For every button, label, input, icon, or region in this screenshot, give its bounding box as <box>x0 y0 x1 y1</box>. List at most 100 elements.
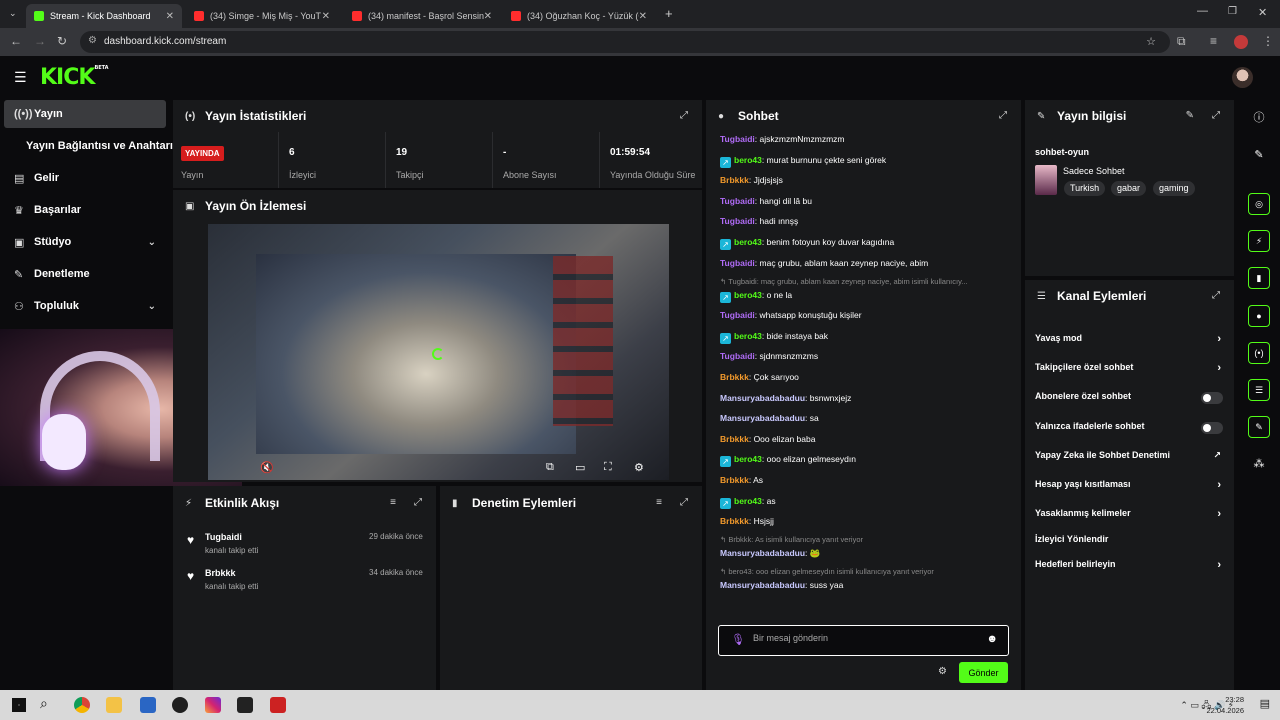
chat-username[interactable]: Brbkkk <box>720 434 749 444</box>
rail-broadcast-icon[interactable]: (•) <box>1248 342 1270 364</box>
chat-username[interactable]: Tugbaidi <box>720 216 755 226</box>
popout-icon[interactable]: ⤢ <box>1212 290 1220 301</box>
mute-icon[interactable]: 🔇 <box>260 461 274 474</box>
tag-gabar[interactable]: gabar <box>1111 181 1147 196</box>
tab-kick-dashboard[interactable]: Stream - Kick Dashboard ✕ <box>26 4 182 28</box>
browser-menu-icon[interactable]: ⋮ <box>1262 34 1274 48</box>
restore-window-icon[interactable]: ❐ <box>1228 6 1237 17</box>
action-raid-viewers[interactable]: İzleyici Yönlendir <box>1035 534 1225 550</box>
profile-avatar-icon[interactable] <box>1234 35 1248 49</box>
chat-username[interactable]: bero43 <box>734 454 762 464</box>
chrome-icon[interactable] <box>74 697 90 713</box>
site-info-icon[interactable]: ⚙ <box>88 35 97 46</box>
chat-username[interactable]: Tugbaidi <box>720 134 755 144</box>
chat-message-input[interactable] <box>753 633 973 643</box>
rail-wrench-icon[interactable]: ✎ <box>1248 416 1270 438</box>
xbox-icon[interactable] <box>172 697 188 713</box>
sidebar-item-stream[interactable]: ((•)) Yayın <box>4 100 166 128</box>
chat-settings-icon[interactable]: ⚙ <box>938 666 947 677</box>
filter-icon[interactable]: ≡ <box>656 497 662 508</box>
chat-username[interactable]: Brbkkk <box>720 516 749 526</box>
epic-games-icon[interactable] <box>237 697 253 713</box>
media-control-icon[interactable]: ≡ <box>1210 34 1217 48</box>
tab-list-icon[interactable]: ⌄ <box>9 8 17 19</box>
info-icon[interactable]: ⓘ <box>1248 107 1270 129</box>
microphone-icon[interactable]: 🎙 <box>731 633 745 646</box>
sidebar-item-stream-key[interactable]: Yayın Bağlantısı ve Anahtarı <box>4 132 173 160</box>
chat-username[interactable]: bero43 <box>734 237 762 247</box>
forward-icon[interactable]: → <box>34 34 46 48</box>
chat-username[interactable]: Brbkkk <box>720 372 749 382</box>
stream-preview-video[interactable]: 🔇 ⧉ ▭ ⛶ ⚙ <box>208 224 669 480</box>
instagram-icon[interactable] <box>205 697 221 713</box>
close-tab-icon[interactable]: ✕ <box>639 11 647 22</box>
close-window-icon[interactable]: ✕ <box>1258 6 1267 19</box>
action-account-age[interactable]: Hesap yaşı kısıtlaması › <box>1035 479 1225 495</box>
taskbar-clock[interactable]: 23:28 22.04.2026 <box>1206 694 1244 716</box>
chat-username[interactable]: bero43 <box>734 496 762 506</box>
category-name[interactable]: Sadece Sohbet <box>1063 166 1125 176</box>
user-avatar[interactable] <box>1232 67 1253 88</box>
tag-gaming[interactable]: gaming <box>1153 181 1195 196</box>
popout-icon[interactable]: ⤢ <box>999 110 1007 121</box>
close-tab-icon[interactable]: ✕ <box>166 11 174 22</box>
chat-username[interactable]: Tugbaidi <box>720 310 755 320</box>
search-icon[interactable]: ⌕ <box>40 695 48 712</box>
rail-stats-icon[interactable]: ◎ <box>1248 193 1270 215</box>
rail-lightning-icon[interactable]: ⚡ <box>1248 230 1270 252</box>
app-icon[interactable] <box>140 697 156 713</box>
popout-icon[interactable]: ⤢ <box>414 497 422 508</box>
reload-icon[interactable]: ↻ <box>57 34 67 48</box>
chat-username[interactable]: Mansuryabadabaduu <box>720 393 805 403</box>
tab-youtube-1[interactable]: (34) Simge - Miş Miş - YouT ✕ <box>186 4 338 28</box>
back-icon[interactable]: ← <box>10 34 22 48</box>
close-tab-icon[interactable]: ✕ <box>484 11 492 22</box>
tab-youtube-3[interactable]: (34) Oğuzhan Koç - Yüzük (Offic ✕ <box>503 4 655 28</box>
filter-icon[interactable]: ≡ <box>390 497 396 508</box>
popout-icon[interactable]: ⤢ <box>680 497 688 508</box>
chat-username[interactable]: bero43 <box>734 290 762 300</box>
rail-list-icon[interactable]: ☰ <box>1248 379 1270 401</box>
rail-apps-icon[interactable]: ⁂ <box>1248 453 1270 475</box>
chat-username[interactable]: Tugbaidi <box>720 196 755 206</box>
chat-username[interactable]: bero43 <box>734 155 762 165</box>
chat-username[interactable]: Tugbaidi <box>720 351 755 361</box>
rail-chat-icon[interactable]: ● <box>1248 305 1270 327</box>
chat-username[interactable]: Brbkkk <box>720 475 749 485</box>
hamburger-menu-icon[interactable]: ☰ <box>14 69 27 86</box>
edit-pencil-icon[interactable]: ✎ <box>1248 144 1270 166</box>
fullscreen-icon[interactable]: ⛶ <box>604 461 612 474</box>
action-followers-only[interactable]: Takipçilere özel sohbet › <box>1035 362 1225 378</box>
subscribers-only-toggle[interactable] <box>1201 392 1223 404</box>
event-user[interactable]: Tugbaidi <box>205 532 242 542</box>
tab-youtube-2[interactable]: (34) manifest - Başrol Sensin | O ✕ <box>344 4 500 28</box>
sidebar-item-revenue[interactable]: ▤ Gelir <box>4 164 166 192</box>
theater-mode-icon[interactable]: ▭ <box>575 461 585 474</box>
event-user[interactable]: Brbkkk <box>205 568 236 578</box>
chat-username[interactable]: Tugbaidi <box>720 258 755 268</box>
settings-gear-icon[interactable]: ⚙ <box>634 461 644 474</box>
sidebar-item-achievements[interactable]: ♛ Başarılar <box>4 196 166 224</box>
address-bar[interactable]: ⚙ dashboard.kick.com/stream ☆ <box>80 31 1170 53</box>
tag-turkish[interactable]: Turkish <box>1064 181 1106 196</box>
action-set-goals[interactable]: Hedefleri belirleyin › <box>1035 559 1225 575</box>
kick-logo[interactable]: KICKBETA <box>40 65 109 90</box>
minimize-window-icon[interactable]: — <box>1197 5 1208 17</box>
bookmark-star-icon[interactable]: ☆ <box>1146 35 1156 48</box>
chat-username[interactable]: Mansuryabadabaduu <box>720 580 805 590</box>
chat-username[interactable]: Mansuryabadabaduu <box>720 548 805 558</box>
chat-username[interactable]: Mansuryabadabaduu <box>720 413 805 423</box>
new-tab-icon[interactable]: + <box>665 6 673 21</box>
close-tab-icon[interactable]: ✕ <box>322 11 330 22</box>
windows-start-icon[interactable] <box>12 698 26 712</box>
action-banned-words[interactable]: Yasaklanmış kelimeler › <box>1035 508 1225 524</box>
action-slow-mode[interactable]: Yavaş mod › <box>1035 333 1225 349</box>
emoji-picker-icon[interactable]: ☻ <box>986 633 998 645</box>
app-icon[interactable] <box>270 697 286 713</box>
chat-username[interactable]: Brbkkk <box>720 175 749 185</box>
rail-clipboard-icon[interactable]: ▮ <box>1248 267 1270 289</box>
chat-username[interactable]: bero43 <box>734 331 762 341</box>
popout-icon[interactable]: ⤢ <box>1212 110 1220 121</box>
edit-pencil-icon[interactable]: ✎ <box>1186 110 1194 121</box>
emote-only-toggle[interactable] <box>1201 422 1223 434</box>
